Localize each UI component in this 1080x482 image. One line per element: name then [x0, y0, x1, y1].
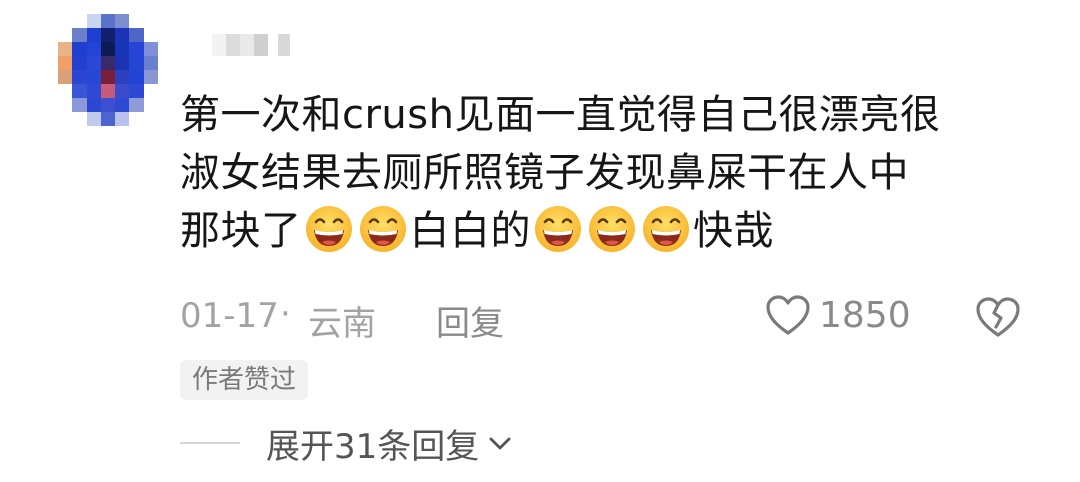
avatar-pixel [86, 28, 101, 42]
avatar-pixel [129, 28, 144, 42]
avatar-pixel [115, 84, 130, 98]
avatar-pixel [72, 98, 87, 112]
grinning-face-emoji [304, 204, 354, 254]
divider-line [180, 442, 240, 444]
comment-card: 第一次和crush见面一直觉得自己很漂亮很 淑女结果去厕所照镜子发现鼻屎干在人中… [0, 0, 1080, 482]
emoji-run [304, 204, 408, 254]
avatar-pixel [100, 112, 116, 126]
comment-meta-row: 01-17 · 云南 回复 1850 [180, 294, 1040, 345]
avatar-pixel [115, 98, 130, 112]
like-count: 1850 [819, 294, 911, 336]
avatar-pixel [129, 84, 144, 98]
reply-button[interactable]: 回复 [436, 296, 504, 345]
avatar-pixel [100, 70, 116, 84]
avatar-pixel [115, 14, 130, 28]
avatar-pixel [100, 98, 116, 112]
avatar-pixel [58, 70, 73, 84]
avatar-pixel [58, 112, 73, 126]
emoji-run [533, 204, 691, 254]
grinning-face-emoji [358, 204, 408, 254]
author-liked-badge: 作者赞过 [180, 360, 309, 400]
avatar-pixel [143, 98, 158, 112]
avatar-pixel [143, 42, 158, 56]
like-button[interactable]: 1850 [765, 294, 911, 336]
avatar-pixel [143, 28, 158, 42]
avatar-pixel [129, 14, 144, 28]
username-blurred[interactable] [212, 34, 290, 56]
avatar-pixel [143, 112, 158, 126]
avatar-pixel [129, 112, 144, 126]
avatar-pixel [58, 28, 73, 42]
avatar-pixel [58, 98, 73, 112]
avatar-pixel [86, 56, 101, 70]
avatar-pixel [58, 14, 73, 28]
avatar-pixel [72, 14, 87, 28]
avatar-pixel [72, 42, 87, 56]
avatar-pixel [86, 70, 101, 84]
avatar-pixel [115, 42, 130, 56]
avatar-pixel [100, 42, 116, 56]
comment-text: 第一次和crush见面一直觉得自己很漂亮很 淑女结果去厕所照镜子发现鼻屎干在人中… [180, 86, 1040, 260]
grinning-face-emoji [533, 204, 583, 254]
comment-text-segment: 快哉 [693, 208, 774, 254]
avatar-pixel [129, 70, 144, 84]
avatar-pixel [100, 28, 116, 42]
avatar-pixel [115, 28, 130, 42]
avatar-pixel [115, 56, 130, 70]
avatar-pixel [129, 42, 144, 56]
avatar-pixel [143, 56, 158, 70]
avatar-pixel [72, 84, 87, 98]
avatar-pixel [143, 70, 158, 84]
avatar-pixel [58, 42, 73, 56]
avatar-pixel [86, 14, 101, 28]
avatar[interactable] [58, 14, 158, 126]
avatar-pixel [72, 112, 87, 126]
broken-heart-outline-icon[interactable] [975, 296, 1021, 338]
comment-text-line-2: 淑女结果去厕所照镜子发现鼻屎干在人中 [180, 150, 909, 196]
chevron-down-icon [487, 430, 513, 456]
comment-text-segment: 那块了 [180, 208, 302, 254]
avatar-pixel [143, 84, 158, 98]
expand-replies-label: 展开31条回复 [266, 426, 480, 467]
comment-date: 01-17 [180, 296, 279, 336]
avatar-pixel [58, 56, 73, 70]
avatar-pixel [115, 112, 130, 126]
avatar-pixel [100, 84, 116, 98]
avatar-pixel [100, 56, 116, 70]
avatar-pixel [129, 98, 144, 112]
avatar-pixel [143, 14, 158, 28]
avatar-pixel [72, 56, 87, 70]
comment-text-line-3: 那块了 白白的 快哉 [180, 202, 1040, 260]
expand-replies-button[interactable]: 展开31条回复 [180, 418, 513, 468]
avatar-pixel [86, 84, 101, 98]
avatar-pixel [86, 98, 101, 112]
avatar-pixel [58, 84, 73, 98]
avatar-pixel [100, 14, 116, 28]
avatar-pixel [72, 70, 87, 84]
grinning-face-emoji [641, 204, 691, 254]
heart-outline-icon [765, 294, 811, 336]
avatar-pixel [115, 70, 130, 84]
grinning-face-emoji [587, 204, 637, 254]
meta-separator: · [280, 294, 291, 334]
avatar-pixel [86, 112, 101, 126]
comment-location: 云南 [308, 304, 376, 344]
comment-text-line-1: 第一次和crush见面一直觉得自己很漂亮很 [180, 92, 941, 138]
avatar-pixel [86, 42, 101, 56]
avatar-pixel [72, 28, 87, 42]
comment-text-segment: 白白的 [409, 208, 531, 254]
avatar-pixel [129, 56, 144, 70]
